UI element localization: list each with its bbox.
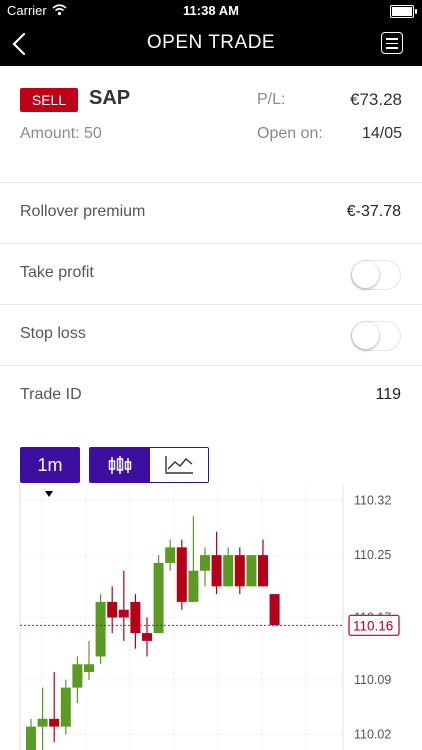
current-price-label: 110.16: [353, 618, 393, 633]
trade-amount: Amount: 50: [20, 125, 102, 142]
y-tick-label: 110.25: [354, 548, 391, 562]
rollover-label: Rollover premium: [20, 203, 146, 220]
open-on-value: 14/05: [361, 125, 402, 142]
position-marker-icon: [45, 491, 53, 497]
candle-body: [60, 687, 71, 727]
candle-body: [234, 555, 245, 587]
candle-body: [37, 718, 48, 727]
trade-id-row: Trade ID 119: [0, 365, 422, 426]
candle-body: [211, 555, 222, 587]
candle-body: [142, 633, 152, 641]
line-mode-button[interactable]: [150, 448, 208, 482]
candlestick-mode-button[interactable]: [90, 448, 150, 482]
menu-icon[interactable]: [381, 32, 403, 54]
price-chart[interactable]: 110.32110.25110.17110.09110.02110.16: [0, 485, 422, 750]
candle-body: [95, 601, 106, 657]
candle-body: [269, 594, 280, 626]
direction-badge: SELL: [20, 88, 78, 112]
nav-bar: OPEN TRADE: [0, 22, 422, 66]
y-tick-label: 110.09: [354, 673, 391, 687]
candle-body: [84, 664, 94, 673]
open-on-label: Open on:: [257, 125, 323, 142]
trade-id-label: Trade ID: [20, 386, 82, 403]
candle-body: [118, 609, 129, 618]
candle-body: [130, 601, 141, 634]
chart-type-selector: [89, 447, 209, 483]
candle-body: [258, 555, 268, 587]
trade-id-value: 119: [375, 386, 401, 403]
candle-body: [165, 547, 176, 563]
take-profit-label: Take profit: [20, 264, 94, 281]
candle-body: [176, 547, 187, 602]
candle-body: [153, 562, 164, 634]
candle-body: [246, 555, 257, 587]
page-title: OPEN TRADE: [146, 32, 276, 53]
candle-body: [49, 718, 60, 727]
stop-loss-toggle[interactable]: [351, 321, 401, 351]
take-profit-toggle[interactable]: [351, 260, 401, 290]
stop-loss-label: Stop loss: [20, 325, 86, 342]
y-tick-label: 110.02: [354, 727, 391, 741]
stop-loss-row: Stop loss: [0, 304, 422, 365]
trade-symbol: SAP: [89, 87, 131, 109]
rollover-row: Rollover premium €-37.78: [0, 182, 422, 243]
battery-icon: [390, 5, 417, 18]
candle-body: [72, 664, 83, 688]
status-time: 11:38 AM: [183, 3, 239, 18]
candle-body: [26, 726, 36, 750]
pl-value: €73.28: [350, 90, 402, 109]
take-profit-row: Take profit: [0, 243, 422, 304]
line-chart-icon: [165, 456, 193, 474]
candle-body: [223, 555, 234, 587]
candle-body: [107, 601, 118, 618]
timeframe-button[interactable]: 1m: [20, 447, 80, 483]
y-tick-label: 110.32: [354, 494, 391, 508]
candlestick-icon: [108, 456, 132, 474]
status-bar: Carrier 11:38 AM: [0, 0, 422, 22]
pl-label: P/L:: [257, 91, 286, 108]
candle-body: [188, 570, 199, 602]
candle-body: [200, 555, 210, 571]
rollover-value: €-37.78: [346, 203, 401, 220]
